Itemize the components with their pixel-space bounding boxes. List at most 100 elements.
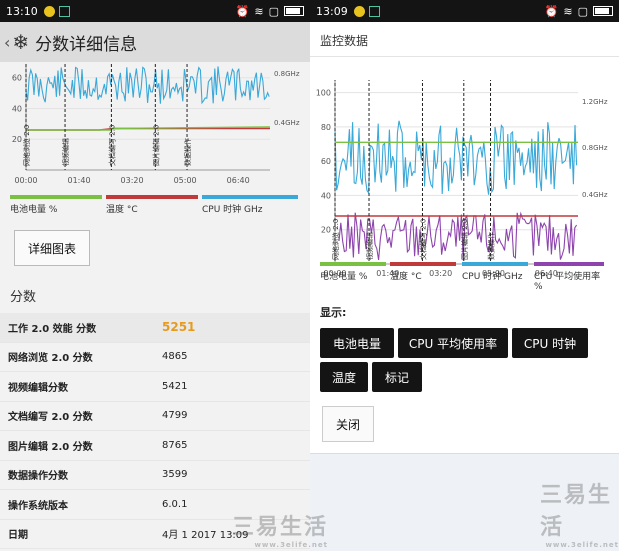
legend-swatch: [320, 262, 386, 266]
phase-marker-label: 文档编写 2.0: [107, 125, 116, 166]
chart-legend: 电池电量 % 温度 °C CPU 时钟 GHz: [10, 195, 300, 215]
table-row: 文档编写 2.0 分数 4799: [0, 401, 310, 431]
y-tick-label: 20: [321, 226, 331, 235]
sim-icon: ▢: [577, 4, 588, 18]
row-value: 4865: [162, 351, 188, 363]
legend-item: CPU 时钟 GHz: [202, 195, 298, 215]
toggle-temperature-button[interactable]: 温度: [320, 362, 368, 392]
phase-marker-label: 图片编辑 2.0: [460, 219, 469, 260]
battery-icon: [284, 6, 304, 16]
table-row: 数据操作分数 3599: [0, 460, 310, 490]
divider: [310, 56, 619, 57]
x-tick-label: 05:00: [174, 176, 197, 185]
watermark: 三易生活 www.3elife.net: [540, 477, 619, 549]
row-label: 图片编辑 2.0 分数: [8, 441, 93, 453]
status-bar: 13:09 ⏰ ≋ ▢: [310, 0, 619, 22]
toggle-battery-button[interactable]: 电池电量: [320, 328, 394, 358]
right-tick-label: 0.4GHz: [274, 119, 300, 127]
status-time: 13:09: [316, 4, 348, 18]
legend-item: 温度 °C: [390, 262, 456, 282]
app-notification-icon: [368, 5, 380, 17]
table-row: 图片编辑 2.0 分数 8765: [0, 431, 310, 461]
toggle-cpu-usage-button[interactable]: CPU 平均使用率: [398, 328, 508, 358]
legend-swatch: [462, 262, 528, 266]
legend-item: CPU 平均使用率 %: [534, 262, 604, 292]
snowflake-icon: ❄: [12, 30, 30, 54]
page-title: 分数详细信息: [35, 34, 138, 55]
row-label: 数据操作分数: [8, 471, 68, 483]
score-details-screen: 13:10 ⏰ ≋ ▢ ‹ ❄ 分数详细信息 60 40 20 0.8GHz 0.4GH…: [0, 0, 310, 551]
phase-marker-label: 网络浏览 2.0: [331, 219, 340, 260]
monitor-chart: 100806040201.2GHz0.8GHz0.4GHz00:00 01:40 0…: [316, 80, 608, 278]
legend-label: CPU 时钟 GHz: [202, 205, 263, 215]
legend-label: 电池电量 %: [10, 205, 58, 215]
detail-chart-button[interactable]: 详细图表: [14, 230, 90, 266]
toggle-cpu-clock-button[interactable]: CPU 时钟: [512, 328, 588, 358]
right-tick-label: 1.2GHz: [582, 98, 608, 106]
right-tick-label: 0.4GHz: [582, 191, 608, 199]
legend-label: CPU 平均使用率 %: [534, 272, 601, 292]
title-bar: ‹ ❄ 分数详细信息: [0, 22, 310, 62]
phase-marker-label: 图片编辑 2.0: [151, 125, 160, 166]
sim-icon: ▢: [268, 4, 279, 18]
watermark-url: www.3elife.net: [545, 541, 619, 549]
phase-marker-label: 视频编辑: [365, 232, 374, 260]
score-chart: 60 40 20 0.8GHz 0.4GHz 00:00 01:40 03:20 05:00 06…: [12, 64, 300, 185]
phase-marker-label: 文档编写 2.0: [418, 219, 427, 260]
legend-label: 温度 °C: [106, 205, 138, 215]
legend-swatch: [106, 195, 198, 199]
table-row: 工作 2.0 效能 分数 5251: [0, 313, 310, 343]
toggle-markers-button[interactable]: 标记: [372, 362, 422, 392]
legend-swatch: [390, 262, 456, 266]
row-label: 日期: [8, 530, 28, 542]
dialog-title: 监控数据: [320, 34, 369, 48]
row-label: 文档编写 2.0 分数: [8, 412, 93, 424]
legend-swatch: [202, 195, 298, 199]
legend-swatch: [10, 195, 102, 199]
x-tick-label: 01:40: [68, 176, 91, 185]
legend-item: 电池电量 %: [320, 262, 386, 282]
cpu-usage-line: [338, 211, 578, 261]
legend-label: 温度 °C: [390, 272, 422, 282]
watermark-text: 三易生活: [540, 483, 613, 540]
x-tick-label: 00:00: [14, 176, 37, 185]
notification-icon: [43, 5, 55, 17]
y-tick-label: 40: [321, 191, 331, 200]
row-label: 视频编辑分数: [8, 382, 68, 394]
right-tick-label: 0.8GHz: [274, 70, 300, 78]
phase-marker-label: 网络浏览 2.0: [22, 125, 31, 166]
cpu-clock-line: [25, 66, 270, 105]
row-value: 3599: [162, 469, 188, 481]
row-value: 8765: [162, 439, 188, 451]
watermark-url: www.3elife.net: [254, 541, 329, 549]
right-tick-label: 0.8GHz: [582, 144, 608, 152]
x-tick-label: 06:40: [227, 176, 250, 185]
monitor-dialog: 监控数据 100 80 60 40 20 1.2GHz 0.8GHz 0.4GHz 00:00 0…: [310, 22, 619, 454]
legend-label: CPU 时钟 GHz: [462, 272, 523, 282]
close-button[interactable]: 关闭: [322, 406, 374, 442]
y-tick-label: 100: [316, 89, 331, 98]
legend-item: 电池电量 %: [10, 195, 102, 215]
row-value: 4799: [162, 410, 188, 422]
watermark: 三易生活 www.3elife.net: [232, 509, 328, 549]
y-tick-label: 60: [12, 74, 22, 83]
notification-icon: [353, 5, 365, 17]
row-label: 工作 2.0 效能 分数: [8, 323, 97, 335]
y-tick-label: 40: [12, 104, 22, 113]
x-tick-label: 03:20: [121, 176, 144, 185]
status-bar: 13:10 ⏰ ≋ ▢: [0, 0, 310, 22]
legend-label: 电池电量 %: [320, 272, 368, 282]
legend-item: 温度 °C: [106, 195, 198, 215]
row-label: 网络浏览 2.0 分数: [8, 353, 93, 365]
app-notification-icon: [58, 5, 70, 17]
table-row: 网络浏览 2.0 分数 4865: [0, 342, 310, 372]
alarm-icon: ⏰: [235, 4, 250, 18]
row-value: 5251: [162, 320, 196, 335]
row-value: 5421: [162, 380, 188, 392]
legend-item: CPU 时钟 GHz: [462, 262, 528, 282]
table-row: 视频编辑分数 5421: [0, 372, 310, 402]
cpu-clock-line: [334, 120, 578, 195]
watermark-text: 三易生活: [232, 515, 329, 540]
wifi-icon: ≋: [563, 4, 573, 18]
back-icon[interactable]: ‹: [4, 33, 10, 52]
